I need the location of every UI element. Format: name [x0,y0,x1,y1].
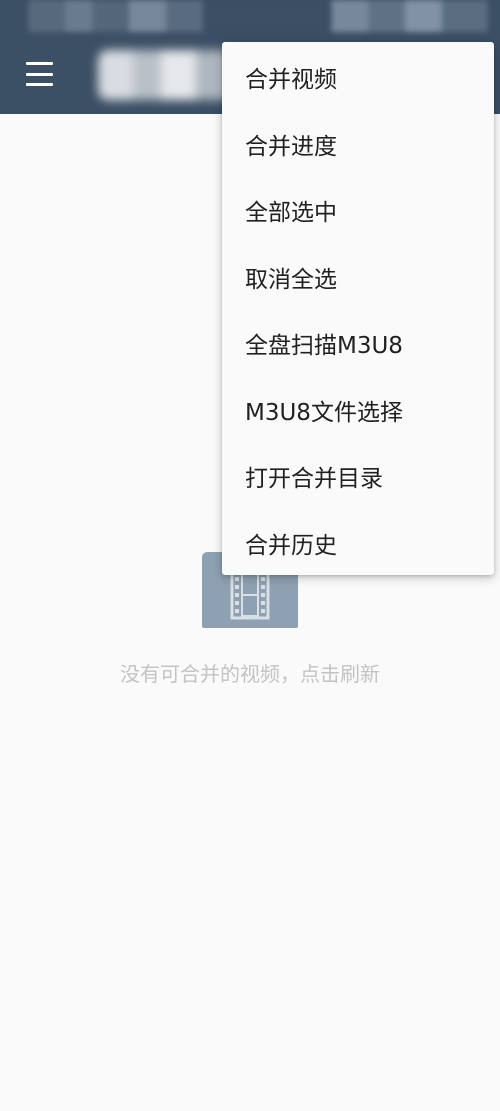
empty-state-refresh-message[interactable]: 没有可合并的视频，点击刷新 [0,658,500,687]
overflow-menu: 合并视频 合并进度 全部选中 取消全选 全盘扫描M3U8 M3U8文件选择 打开… [222,42,494,575]
menu-item-m3u8-file-select[interactable]: M3U8文件选择 [222,377,494,444]
app-title-blurred [98,50,238,100]
menu-item-select-all[interactable]: 全部选中 [222,177,494,244]
menu-item-merge-progress[interactable]: 合并进度 [222,111,494,178]
status-bar-blurred [28,0,488,32]
hamburger-menu-icon[interactable] [26,62,53,86]
menu-item-deselect-all[interactable]: 取消全选 [222,244,494,311]
menu-item-open-merge-directory[interactable]: 打开合并目录 [222,443,494,510]
menu-item-full-scan-m3u8[interactable]: 全盘扫描M3U8 [222,310,494,377]
menu-item-merge-history[interactable]: 合并历史 [222,510,494,577]
menu-item-merge-video[interactable]: 合并视频 [222,44,494,111]
